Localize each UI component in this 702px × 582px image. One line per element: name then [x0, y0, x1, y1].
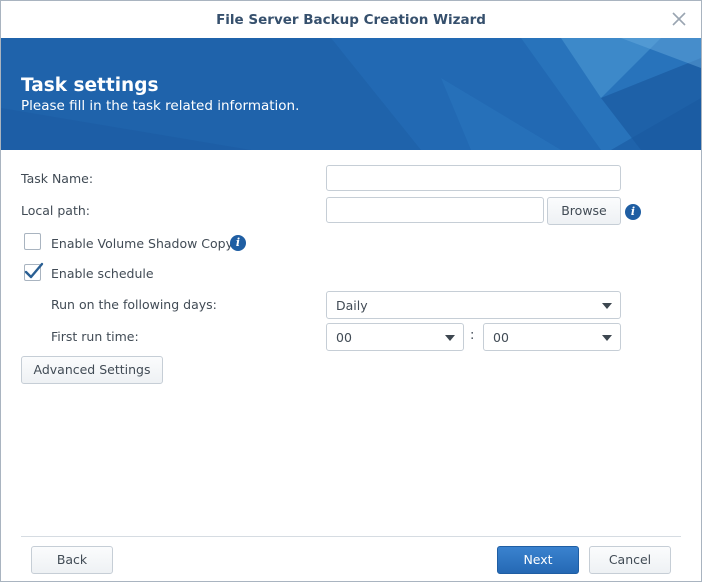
hour-select[interactable]: 00 — [326, 323, 464, 351]
close-icon[interactable] — [671, 11, 687, 27]
volume-shadow-copy-checkbox[interactable] — [24, 233, 41, 250]
chevron-down-icon — [602, 303, 612, 309]
task-name-label: Task Name: — [21, 171, 94, 186]
next-button[interactable]: Next — [497, 546, 579, 574]
title-bar: File Server Backup Creation Wizard — [1, 1, 701, 37]
chevron-down-icon — [445, 335, 455, 341]
local-path-label: Local path: — [21, 203, 91, 218]
run-days-select[interactable]: Daily — [326, 291, 621, 319]
task-name-input[interactable] — [326, 165, 621, 191]
page-title: Task settings — [21, 75, 159, 96]
checkmark-icon — [24, 262, 44, 279]
browse-button[interactable]: Browse — [547, 197, 621, 225]
header-banner: Task settings Please fill in the task re… — [1, 38, 701, 150]
volume-shadow-copy-label: Enable Volume Shadow Copy — [51, 236, 234, 251]
minute-value: 00 — [493, 330, 509, 345]
chevron-down-icon — [602, 335, 612, 341]
advanced-settings-button[interactable]: Advanced Settings — [21, 356, 163, 384]
enable-schedule-checkbox[interactable] — [24, 262, 44, 281]
time-separator: : — [470, 328, 475, 343]
back-button[interactable]: Back — [31, 546, 113, 574]
hour-value: 00 — [336, 330, 352, 345]
info-icon[interactable]: i — [625, 204, 641, 220]
run-days-label: Run on the following days: — [51, 297, 217, 312]
cancel-button[interactable]: Cancel — [589, 546, 671, 574]
minute-select[interactable]: 00 — [483, 323, 621, 351]
run-days-value: Daily — [336, 298, 368, 313]
footer-divider — [21, 536, 681, 537]
local-path-input[interactable] — [326, 197, 544, 223]
enable-schedule-label: Enable schedule — [51, 266, 154, 281]
info-icon[interactable]: i — [230, 235, 246, 251]
window-title: File Server Backup Creation Wizard — [216, 12, 486, 28]
first-run-time-label: First run time: — [51, 329, 139, 344]
page-subtitle: Please fill in the task related informat… — [21, 98, 300, 114]
wizard-window: File Server Backup Creation Wizard Task … — [0, 0, 702, 582]
